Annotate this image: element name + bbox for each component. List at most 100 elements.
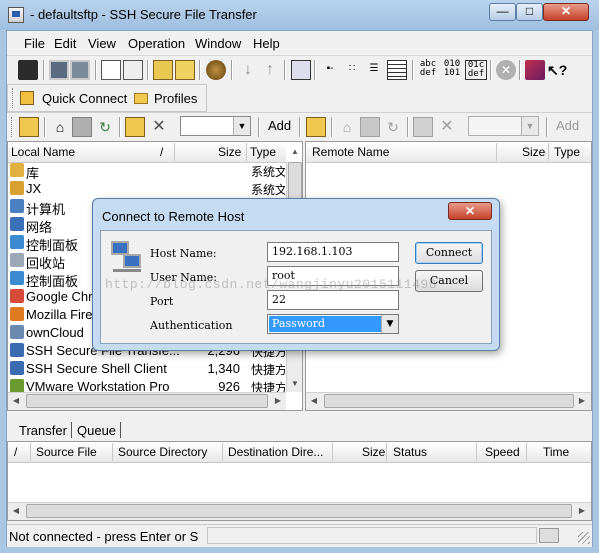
col-remote-name[interactable]: Remote Name (312, 145, 389, 159)
col-destination-directory[interactable]: Destination Dire... (228, 445, 323, 459)
col-time[interactable]: Time (543, 445, 569, 459)
menu-window[interactable]: Window (195, 36, 241, 51)
col-source-file[interactable]: Source File (36, 445, 97, 459)
close-button[interactable]: ✕ (543, 3, 589, 21)
scroll-thumb[interactable] (324, 394, 574, 408)
remote-refresh-icon[interactable]: ↻ (383, 117, 403, 137)
whats-this-icon[interactable]: ↖? (547, 60, 567, 80)
menu-file[interactable]: File (24, 36, 45, 51)
column-divider[interactable] (332, 443, 333, 461)
title-bar[interactable]: - defaultsftp - SSH Secure File Transfer… (0, 0, 599, 30)
column-divider[interactable] (386, 443, 387, 461)
profile-icon[interactable] (175, 60, 195, 80)
col-size[interactable]: Size (362, 445, 385, 459)
large-icons-icon[interactable]: ▪‐ (320, 60, 340, 80)
scroll-right-icon[interactable]: ▶ (270, 393, 286, 409)
port-input[interactable]: 22 (267, 290, 399, 310)
list-icon[interactable]: ☰ (364, 60, 384, 80)
scroll-down-icon[interactable]: ▼ (287, 376, 302, 392)
list-item[interactable]: 库系统文件 (8, 162, 286, 181)
grip-handle[interactable] (12, 88, 16, 108)
ascii-icon[interactable]: abc def (417, 60, 439, 80)
col-direction[interactable]: / (14, 445, 17, 459)
column-divider[interactable] (246, 143, 247, 161)
maximize-button[interactable]: □ (516, 3, 543, 21)
view-icon[interactable] (291, 60, 311, 80)
remote-up-folder-icon[interactable] (306, 117, 326, 137)
quick-connect-icon[interactable] (20, 91, 34, 105)
small-icons-icon[interactable]: ∷ (342, 60, 362, 80)
tab-queue[interactable]: Queue (77, 423, 116, 438)
binary-icon[interactable]: 010 101 (441, 60, 463, 80)
column-divider[interactable] (526, 443, 527, 461)
details-icon[interactable] (387, 60, 407, 80)
menu-edit[interactable]: Edit (54, 36, 76, 51)
menu-view[interactable]: View (88, 36, 116, 51)
dialog-close-button[interactable]: ✕ (448, 202, 492, 220)
profiles-button[interactable]: Profiles (154, 91, 197, 106)
local-home-icon[interactable]: ⌂ (50, 117, 70, 137)
host-name-input[interactable]: 192.168.1.103 (267, 242, 399, 262)
local-create-folder-icon[interactable] (125, 117, 145, 137)
download-icon[interactable]: ↓ (238, 60, 258, 80)
transfer-list[interactable]: / Source File Source Directory Destinati… (7, 441, 592, 521)
remote-add-button[interactable]: Add (556, 118, 579, 133)
chevron-down-icon[interactable]: ▼ (381, 315, 398, 333)
col-status[interactable]: Status (393, 445, 427, 459)
paste-icon[interactable] (123, 60, 143, 80)
col-size[interactable]: Size (522, 145, 545, 159)
column-divider[interactable] (222, 443, 223, 461)
column-divider[interactable] (476, 443, 477, 461)
scroll-right-icon[interactable]: ▶ (574, 503, 590, 519)
disconnect-icon[interactable]: ✕ (496, 60, 516, 80)
copy-icon[interactable] (101, 60, 121, 80)
chevron-down-icon[interactable]: ▼ (521, 117, 538, 135)
scroll-thumb[interactable] (26, 504, 572, 518)
settings-icon[interactable] (206, 60, 226, 80)
col-local-name[interactable]: Local Name (11, 145, 75, 159)
col-size[interactable]: Size (218, 145, 241, 159)
help-book-icon[interactable] (525, 60, 545, 80)
remote-new-folder-icon[interactable] (360, 117, 380, 137)
new-terminal-icon[interactable] (49, 60, 69, 80)
new-transfer-icon[interactable] (70, 60, 90, 80)
auto-icon[interactable]: 01c def (465, 60, 487, 80)
scroll-left-icon[interactable]: ◀ (8, 393, 24, 409)
local-path-combo[interactable]: ▼ (180, 116, 251, 136)
remote-path-combo[interactable]: ▼ (468, 116, 539, 136)
quick-connect-button[interactable]: Quick Connect (42, 91, 127, 106)
local-delete-icon[interactable]: ✕ (149, 117, 169, 137)
scroll-right-icon[interactable]: ▶ (574, 393, 590, 409)
remote-home-icon[interactable]: ⌂ (337, 117, 357, 137)
chevron-down-icon[interactable]: ▼ (233, 117, 250, 135)
menu-help[interactable]: Help (253, 36, 280, 51)
local-horizontal-scrollbar[interactable]: ◀ ▶ (8, 392, 286, 410)
transfer-horizontal-scrollbar[interactable]: ◀ ▶ (8, 502, 591, 520)
tab-transfer[interactable]: Transfer (19, 423, 67, 438)
refresh-icon[interactable] (153, 60, 173, 80)
column-divider[interactable] (174, 143, 175, 161)
list-item[interactable]: JX 系统文件 (8, 180, 286, 198)
scroll-thumb[interactable] (26, 394, 268, 408)
list-item[interactable]: SSH Secure Shell Client 1,340 快捷方式 (8, 360, 286, 378)
column-divider[interactable] (548, 143, 549, 161)
column-divider[interactable] (496, 143, 497, 161)
connect-button[interactable]: Connect (415, 242, 483, 264)
column-divider[interactable] (30, 443, 31, 461)
remote-delete-icon[interactable]: ✕ (437, 117, 457, 137)
col-type[interactable]: Type (250, 145, 276, 159)
local-new-folder-icon[interactable] (72, 117, 92, 137)
remote-horizontal-scrollbar[interactable]: ◀ ▶ (306, 392, 591, 410)
save-icon[interactable] (18, 60, 38, 80)
grip-handle[interactable] (11, 117, 15, 137)
remote-create-folder-icon[interactable] (413, 117, 433, 137)
upload-icon[interactable]: ↑ (260, 60, 280, 80)
app-icon[interactable] (8, 7, 24, 23)
local-up-folder-icon[interactable] (19, 117, 39, 137)
resize-grip[interactable] (578, 532, 590, 544)
minimize-button[interactable]: — (489, 3, 516, 21)
local-add-button[interactable]: Add (268, 118, 291, 133)
menu-operation[interactable]: Operation (128, 36, 185, 51)
scroll-left-icon[interactable]: ◀ (8, 503, 24, 519)
scroll-up-icon[interactable]: ▲ (287, 142, 302, 162)
